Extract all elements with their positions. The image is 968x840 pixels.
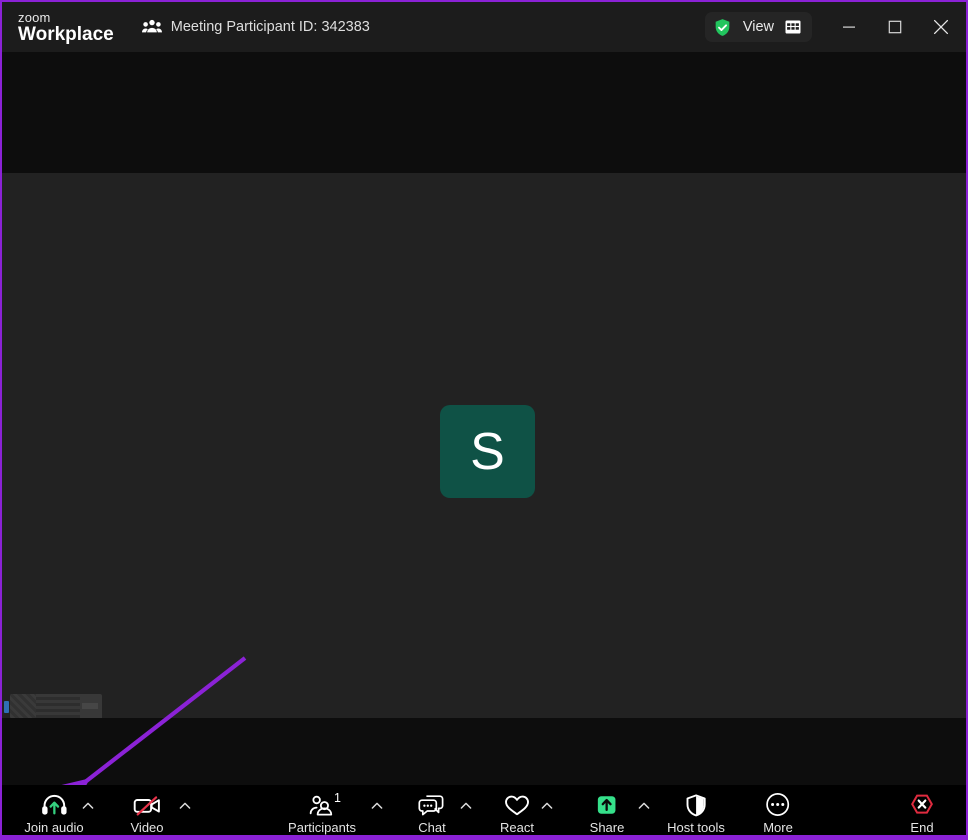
- chat-button[interactable]: Chat: [418, 791, 446, 835]
- participants-button[interactable]: 1 Participants: [288, 791, 356, 835]
- share-label: Share: [589, 820, 625, 835]
- host-tools-button[interactable]: Host tools: [667, 791, 725, 835]
- react-button[interactable]: React: [500, 791, 534, 835]
- end-label: End: [910, 820, 934, 835]
- zoom-workplace-logo: zoom Workplace: [18, 11, 114, 44]
- brand-workplace-text: Workplace: [18, 23, 114, 45]
- participant-name-plate: [10, 694, 102, 721]
- minimize-button[interactable]: [826, 2, 872, 52]
- chat-label: Chat: [418, 820, 446, 835]
- participants-chevron-icon[interactable]: [370, 799, 384, 813]
- group-people-icon: [141, 19, 162, 35]
- video-camera-off-icon: [132, 791, 162, 817]
- join-audio-chevron-icon[interactable]: [81, 799, 95, 813]
- join-audio-label: Join audio: [24, 820, 84, 835]
- headset-join-audio-icon: [41, 791, 67, 817]
- share-screen-icon: [594, 791, 620, 817]
- brand-zoom-text: zoom: [18, 9, 51, 25]
- chat-chevron-icon[interactable]: [459, 799, 473, 813]
- video-chevron-icon[interactable]: [178, 799, 192, 813]
- grid-layout-icon: [785, 20, 801, 34]
- share-chevron-icon[interactable]: [637, 799, 651, 813]
- title-bar: zoom Workplace Meeting Participant ID: 3…: [2, 2, 966, 52]
- close-icon: [933, 19, 949, 35]
- chat-bubble-icon: [418, 791, 446, 817]
- minimize-icon: [842, 20, 856, 34]
- stage-letterbox-bottom: [2, 718, 966, 785]
- video-label: Video: [130, 820, 164, 835]
- meeting-participant-id-label: Meeting Participant ID: 342383: [170, 19, 370, 35]
- zoom-meeting-window: zoom Workplace Meeting Participant ID: 3…: [0, 0, 968, 840]
- maximize-icon: [888, 20, 902, 34]
- end-call-icon: [909, 791, 935, 817]
- more-button[interactable]: More: [763, 791, 793, 835]
- react-chevron-icon[interactable]: [540, 799, 554, 813]
- window-controls-group: View: [704, 2, 966, 52]
- stage-letterbox-top: [2, 52, 966, 173]
- microphone-indicator: [4, 701, 9, 713]
- heart-react-icon: [503, 791, 531, 817]
- join-audio-button[interactable]: Join audio: [24, 791, 84, 835]
- toolbar-accent-bar: [2, 835, 966, 838]
- participants-count: 1: [333, 791, 341, 805]
- participants-icon: 1: [308, 791, 341, 817]
- video-stage[interactable]: S: [2, 173, 966, 733]
- meeting-participant-id[interactable]: Meeting Participant ID: 342383: [141, 19, 370, 35]
- maximize-button[interactable]: [872, 2, 918, 52]
- video-button[interactable]: Video: [130, 791, 164, 835]
- host-tools-label: Host tools: [667, 820, 725, 835]
- name-blur-block-b: [36, 696, 80, 718]
- name-blur-block-c: [82, 703, 98, 709]
- participants-label: Participants: [288, 820, 356, 835]
- end-meeting-button[interactable]: End: [909, 791, 935, 835]
- participant-avatar: S: [440, 405, 535, 498]
- more-ellipsis-icon: [766, 791, 791, 817]
- shield-host-tools-icon: [684, 791, 708, 817]
- shield-check-icon: [713, 18, 732, 37]
- view-button-label: View: [742, 19, 774, 35]
- more-label: More: [763, 820, 793, 835]
- share-button[interactable]: Share: [589, 791, 625, 835]
- view-button[interactable]: View: [704, 12, 812, 42]
- name-blur-block-a: [10, 694, 36, 721]
- avatar-initial: S: [470, 422, 505, 481]
- meeting-toolbar: Join audio Video 1 Participants Chat Rea…: [2, 785, 966, 838]
- close-button[interactable]: [918, 2, 964, 52]
- react-label: React: [500, 820, 534, 835]
